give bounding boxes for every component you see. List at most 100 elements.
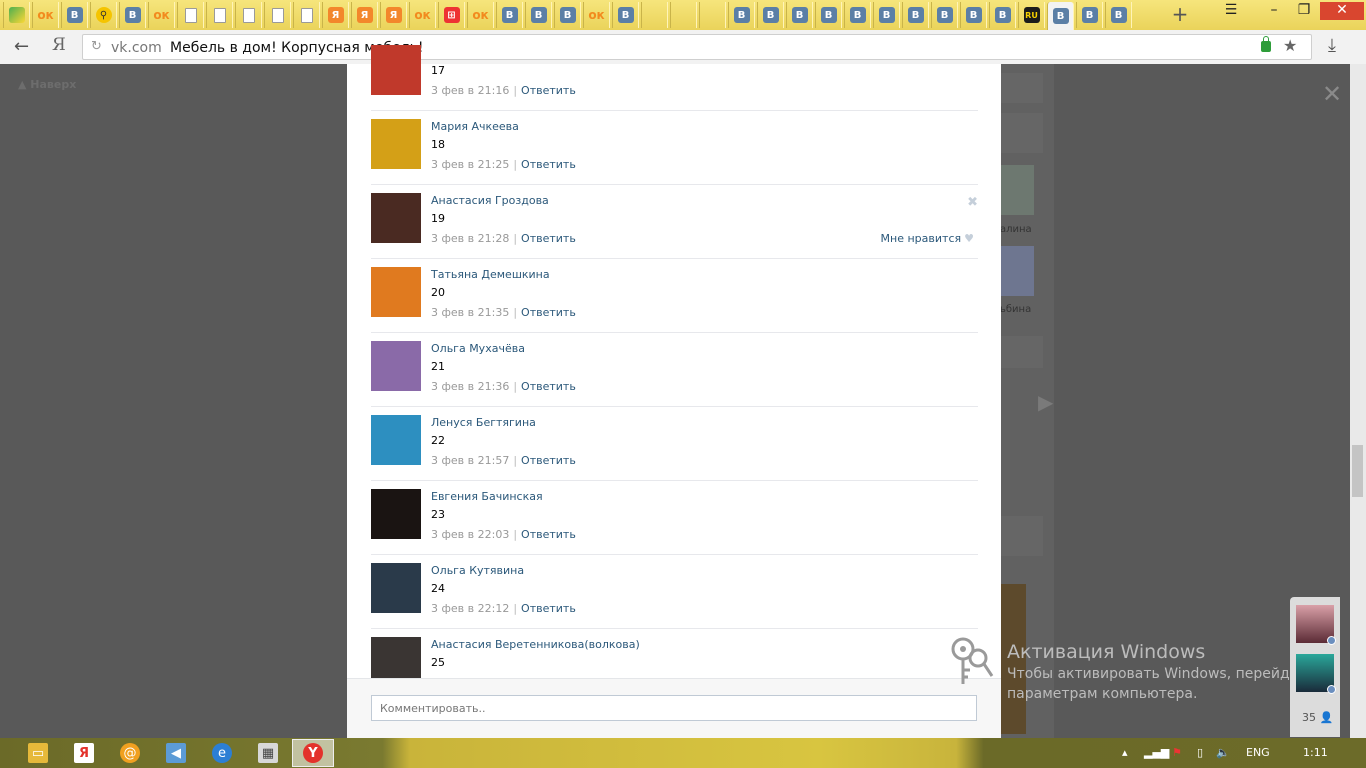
reply-link[interactable]: Ответить xyxy=(521,306,576,319)
comment-author[interactable]: Анастасия Гроздова xyxy=(431,194,549,207)
language-indicator[interactable]: ENG xyxy=(1246,746,1270,759)
browser-tab[interactable]: B xyxy=(960,2,987,28)
browser-tab[interactable]: Я xyxy=(351,2,378,28)
browser-tab[interactable] xyxy=(3,2,30,28)
comment-date[interactable]: 3 фев в 21:57 xyxy=(431,454,509,467)
network-error-icon[interactable]: ⚑ xyxy=(1172,746,1182,759)
reply-link[interactable]: Ответить xyxy=(521,158,576,171)
calculator-icon[interactable]: ▦ xyxy=(258,743,278,763)
minimize-button[interactable]: – xyxy=(1259,2,1289,20)
comment-author[interactable]: Мария Ачкеева xyxy=(431,120,519,133)
comment-date[interactable]: 3 фев в 22:03 xyxy=(431,528,509,541)
browser-tab[interactable]: B xyxy=(554,2,581,28)
browser-tab[interactable]: ок xyxy=(148,2,175,28)
browser-tab[interactable]: B xyxy=(873,2,900,28)
scrollbar-thumb[interactable] xyxy=(1352,445,1363,497)
comment-avatar[interactable] xyxy=(371,415,421,465)
next-arrow-icon[interactable]: ▶ xyxy=(1038,390,1053,414)
browser-tab[interactable]: B xyxy=(931,2,958,28)
browser-tab[interactable]: ⊞ xyxy=(438,2,465,28)
mail-icon[interactable]: @ xyxy=(120,743,140,763)
lock-icon[interactable] xyxy=(1261,36,1271,52)
browser-tab[interactable]: B xyxy=(728,2,755,28)
restore-button[interactable]: ❐ xyxy=(1289,2,1319,20)
comment-author[interactable]: Евгения Бачинская xyxy=(431,490,543,503)
comment-avatar[interactable] xyxy=(371,563,421,613)
browser-tab[interactable]: B xyxy=(815,2,842,28)
comment-date[interactable]: 3 фев в 21:35 xyxy=(431,306,509,319)
comment-author[interactable]: Ольга Мухачёва xyxy=(431,342,525,355)
comment-input[interactable] xyxy=(371,695,977,721)
browser-tab[interactable]: B xyxy=(496,2,523,28)
comment-date[interactable]: 3 фев в 21:25 xyxy=(431,158,509,171)
browser-tab[interactable]: B xyxy=(844,2,871,28)
browser-tab[interactable] xyxy=(641,2,668,28)
comment-author[interactable]: Ленуся Бегтягина xyxy=(431,416,536,429)
file-explorer-icon[interactable]: ▭ xyxy=(28,743,48,763)
reload-icon[interactable]: ↻ xyxy=(91,39,102,54)
download-icon[interactable]: ⤓ xyxy=(1328,35,1336,56)
browser-tab[interactable] xyxy=(235,2,262,28)
show-hidden-icons-icon[interactable]: ▴ xyxy=(1122,746,1128,759)
reply-link[interactable]: Ответить xyxy=(521,602,576,615)
comment-date[interactable]: 3 фев в 21:28 xyxy=(431,232,509,245)
reply-link[interactable]: Ответить xyxy=(521,232,576,245)
browser-tab[interactable]: ок xyxy=(409,2,436,28)
browser-tab[interactable] xyxy=(293,2,320,28)
browser-tab[interactable]: ⚲ xyxy=(90,2,117,28)
friend-photo[interactable] xyxy=(1000,165,1034,215)
browser-tab[interactable]: RU xyxy=(1018,2,1045,28)
browser-tab[interactable] xyxy=(206,2,233,28)
friend-name[interactable]: алина xyxy=(1000,224,1032,235)
close-window-button[interactable]: ✕ xyxy=(1320,2,1364,20)
browser-tab[interactable] xyxy=(699,2,726,28)
comment-author[interactable]: Анастасия Веретенникова(волкова) xyxy=(431,638,640,651)
browser-tab[interactable]: B xyxy=(61,2,88,28)
browser-tab[interactable]: B xyxy=(119,2,146,28)
browser-tab[interactable]: ок xyxy=(32,2,59,28)
browser-tab[interactable]: B xyxy=(989,2,1016,28)
chat-count[interactable]: 35 👤 xyxy=(1302,711,1333,724)
close-modal-icon[interactable]: ✕ xyxy=(1322,80,1342,108)
browser-tab[interactable]: Я xyxy=(380,2,407,28)
comment-avatar[interactable] xyxy=(371,119,421,169)
yandex-browser-icon[interactable]: Y xyxy=(303,743,323,763)
comment-date[interactable]: 3 фев в 21:36 xyxy=(431,380,509,393)
browser-tab[interactable] xyxy=(264,2,291,28)
browser-tab[interactable]: ок xyxy=(467,2,494,28)
comment-date[interactable]: 3 фев в 21:16 xyxy=(431,84,509,97)
browser-tab[interactable] xyxy=(177,2,204,28)
comment-avatar[interactable] xyxy=(371,489,421,539)
battery-icon[interactable]: ▯ xyxy=(1197,746,1203,759)
comment-avatar[interactable] xyxy=(371,267,421,317)
browser-tab[interactable]: B xyxy=(1047,2,1074,30)
browser-tab[interactable] xyxy=(670,2,697,28)
yandex-button[interactable]: Я xyxy=(52,35,66,55)
comment-avatar[interactable] xyxy=(371,193,421,243)
friend-name[interactable]: ьбина xyxy=(1000,304,1031,315)
browser-tab[interactable]: B xyxy=(612,2,639,28)
back-to-top-link[interactable]: ▲ Наверх xyxy=(18,78,76,91)
chat-avatar[interactable] xyxy=(1296,605,1336,645)
menu-icon[interactable]: ☰ xyxy=(1216,2,1246,20)
yandex-icon[interactable]: Я xyxy=(74,743,94,763)
reply-link[interactable]: Ответить xyxy=(521,528,576,541)
comment-date[interactable]: 3 фев в 22:12 xyxy=(431,602,509,615)
chat-avatar[interactable] xyxy=(1296,654,1336,694)
like-button[interactable]: Мне нравится ♥ xyxy=(881,232,974,245)
reply-link[interactable]: Ответить xyxy=(521,84,576,97)
browser-tab[interactable]: Я xyxy=(322,2,349,28)
friend-photo[interactable] xyxy=(1000,246,1034,296)
internet-explorer-icon[interactable]: e xyxy=(212,743,232,763)
browser-tab[interactable]: B xyxy=(1105,2,1132,28)
reply-link[interactable]: Ответить xyxy=(521,454,576,467)
browser-tab[interactable]: B xyxy=(1076,2,1103,28)
back-arrow-icon[interactable]: ← xyxy=(14,36,29,57)
bookmark-star-icon[interactable]: ★ xyxy=(1283,36,1297,55)
comment-author[interactable]: Татьяна Демешкина xyxy=(431,268,550,281)
comment-author[interactable]: Ольга Кутявина xyxy=(431,564,524,577)
browser-tab[interactable]: B xyxy=(525,2,552,28)
comment-avatar[interactable] xyxy=(371,45,421,95)
delete-comment-icon[interactable]: ✖ xyxy=(967,195,978,210)
volume-icon[interactable]: 🔈 xyxy=(1216,746,1230,759)
